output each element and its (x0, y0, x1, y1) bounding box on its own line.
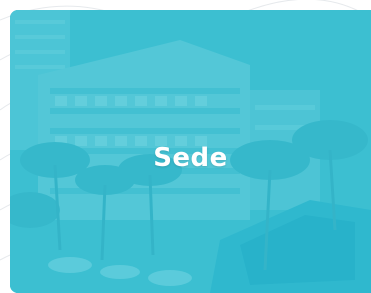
card-title: Sede (153, 143, 228, 173)
venue-card[interactable]: Sede (10, 10, 371, 293)
page: Sede (0, 0, 371, 293)
